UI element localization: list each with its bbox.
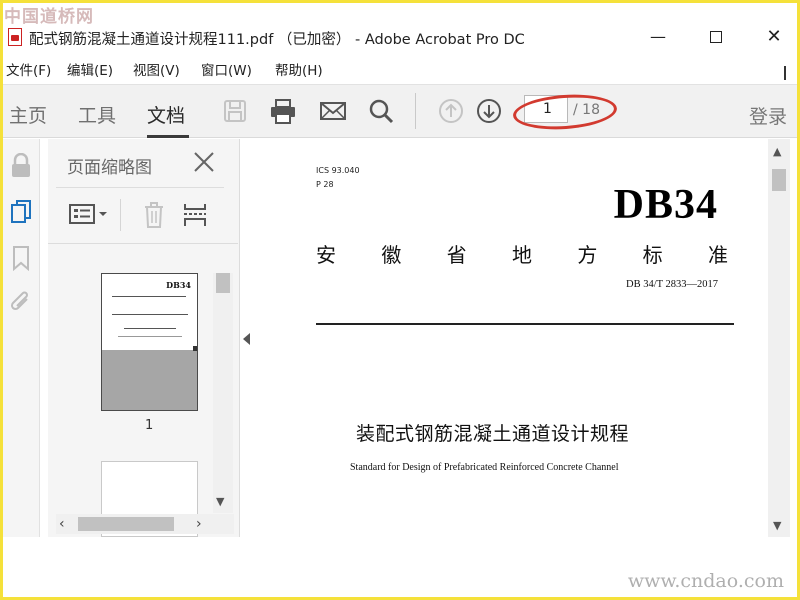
collapse-panel-arrow-icon[interactable] [243,333,250,345]
menu-window[interactable]: 窗口(W) [201,59,252,79]
print-icon[interactable] [269,97,297,125]
arrow-down-icon[interactable] [475,97,503,125]
trash-icon[interactable] [142,201,166,229]
attachment-icon[interactable] [9,289,33,315]
doc-standard-char: 安 [316,243,336,267]
doc-standard-char: 标 [642,243,663,267]
document-vertical-scrollbar[interactable]: ▲ ▼ [768,139,790,537]
doc-ics-code: ICS 93.040 [316,166,360,175]
doc-standard-char: 徽 [381,243,402,267]
doc-horizontal-rule [316,323,734,325]
page-thumbnails-icon[interactable] [9,199,33,225]
thumbnail-resize-handle[interactable] [193,346,197,351]
doc-title-chinese: 装配式钢筋混凝土通道设计规程 [356,423,630,445]
scrollbar-thumb[interactable] [216,273,230,293]
maximize-button[interactable] [705,26,727,48]
doc-standard-number: DB 34/T 2833—2017 [626,279,718,290]
scroll-down-icon[interactable]: ▼ [216,495,224,508]
scroll-left-icon[interactable]: ‹ [59,516,65,532]
active-tab-indicator [147,135,189,138]
login-link[interactable]: 登录 [749,102,787,129]
document-page: ICS 93.040 P 28 DB34 安 徽 省 地 方 标 准 DB 34… [256,139,766,537]
tab-home[interactable]: 主页 [9,101,47,128]
thumbnails-vertical-scrollbar[interactable] [213,273,233,513]
title-bar: 配式钢筋混凝土通道设计规程111.pdf （已加密） - Adobe Acrob… [3,22,797,54]
tab-tools[interactable]: 工具 [78,101,116,128]
window-title: 配式钢筋混凝土通道设计规程111.pdf （已加密） - Adobe Acrob… [29,32,525,48]
doc-standard-char: 准 [707,243,728,267]
left-nav-rail [3,139,40,537]
minimize-button[interactable]: — [647,26,669,48]
page-thumbnail-1[interactable]: DB34 [101,273,198,411]
scrollbar-thumb[interactable] [78,517,174,531]
thumbnail-text-line [118,336,182,337]
toolbar: 主页 工具 文档 1 / 18 登录 [3,84,797,138]
search-icon[interactable] [367,97,395,125]
scroll-down-icon[interactable]: ▼ [773,519,781,532]
scrollbar-thumb[interactable] [772,169,786,191]
menu-file[interactable]: 文件(F) [6,59,51,79]
doc-p-code: P 28 [316,180,334,189]
thumbnail-text-line [124,328,176,329]
doc-title-english: Standard for Design of Prefabricated Rei… [350,462,619,473]
menu-view[interactable]: 视图(V) [133,59,180,79]
mail-icon[interactable] [319,97,347,125]
thumbnail-options-icon[interactable] [68,201,110,227]
doc-standard-char: 省 [446,243,467,267]
doc-standard-type: 安 徽 省 地 方 标 准 [316,239,728,268]
thumbnail-db-text: DB34 [166,280,191,290]
panel-divider [48,243,238,244]
menu-help[interactable]: 帮助(H) [275,59,323,79]
doc-standard-char: 方 [577,243,598,267]
save-icon[interactable] [221,97,249,125]
embed-page-icon[interactable] [182,201,208,229]
menu-edit[interactable]: 编辑(E) [67,59,113,79]
lock-icon[interactable] [9,153,33,179]
doc-db-code: DB34 [613,182,718,228]
close-icon[interactable] [191,149,217,175]
thumbnails-horizontal-scrollbar[interactable] [56,514,234,534]
menu-bar: 文件(F) 编辑(E) 视图(V) 窗口(W) 帮助(H) [3,56,797,80]
scroll-up-icon[interactable]: ▲ [773,145,781,158]
thumbnails-panel-title: 页面缩略图 [67,158,152,178]
tab-document[interactable]: 文档 [147,101,185,128]
thumbnail-text-line [112,296,186,297]
close-window-button[interactable]: ✕ [763,26,785,48]
doc-standard-char: 地 [511,243,532,267]
menubar-edge-marker [784,66,786,80]
toolbar-separator [415,93,416,129]
thumbnail-text-line [112,314,188,315]
arrow-up-icon[interactable] [437,97,465,125]
thumbnails-panel: 页面缩略图 DB34 1 ▼ ‹ › [48,139,240,537]
thumbnail-page-label: 1 [145,418,154,433]
watermark-bottom: www.cndao.com [627,570,784,592]
watermark-top: 中国道桥网 [4,7,94,27]
panel-toolbar-separator [120,199,121,231]
scroll-right-icon[interactable]: › [196,516,202,532]
pdf-file-icon [8,28,22,46]
bookmark-icon[interactable] [9,245,33,271]
panel-divider [56,187,224,188]
thumbnail-shaded-area [102,350,197,410]
